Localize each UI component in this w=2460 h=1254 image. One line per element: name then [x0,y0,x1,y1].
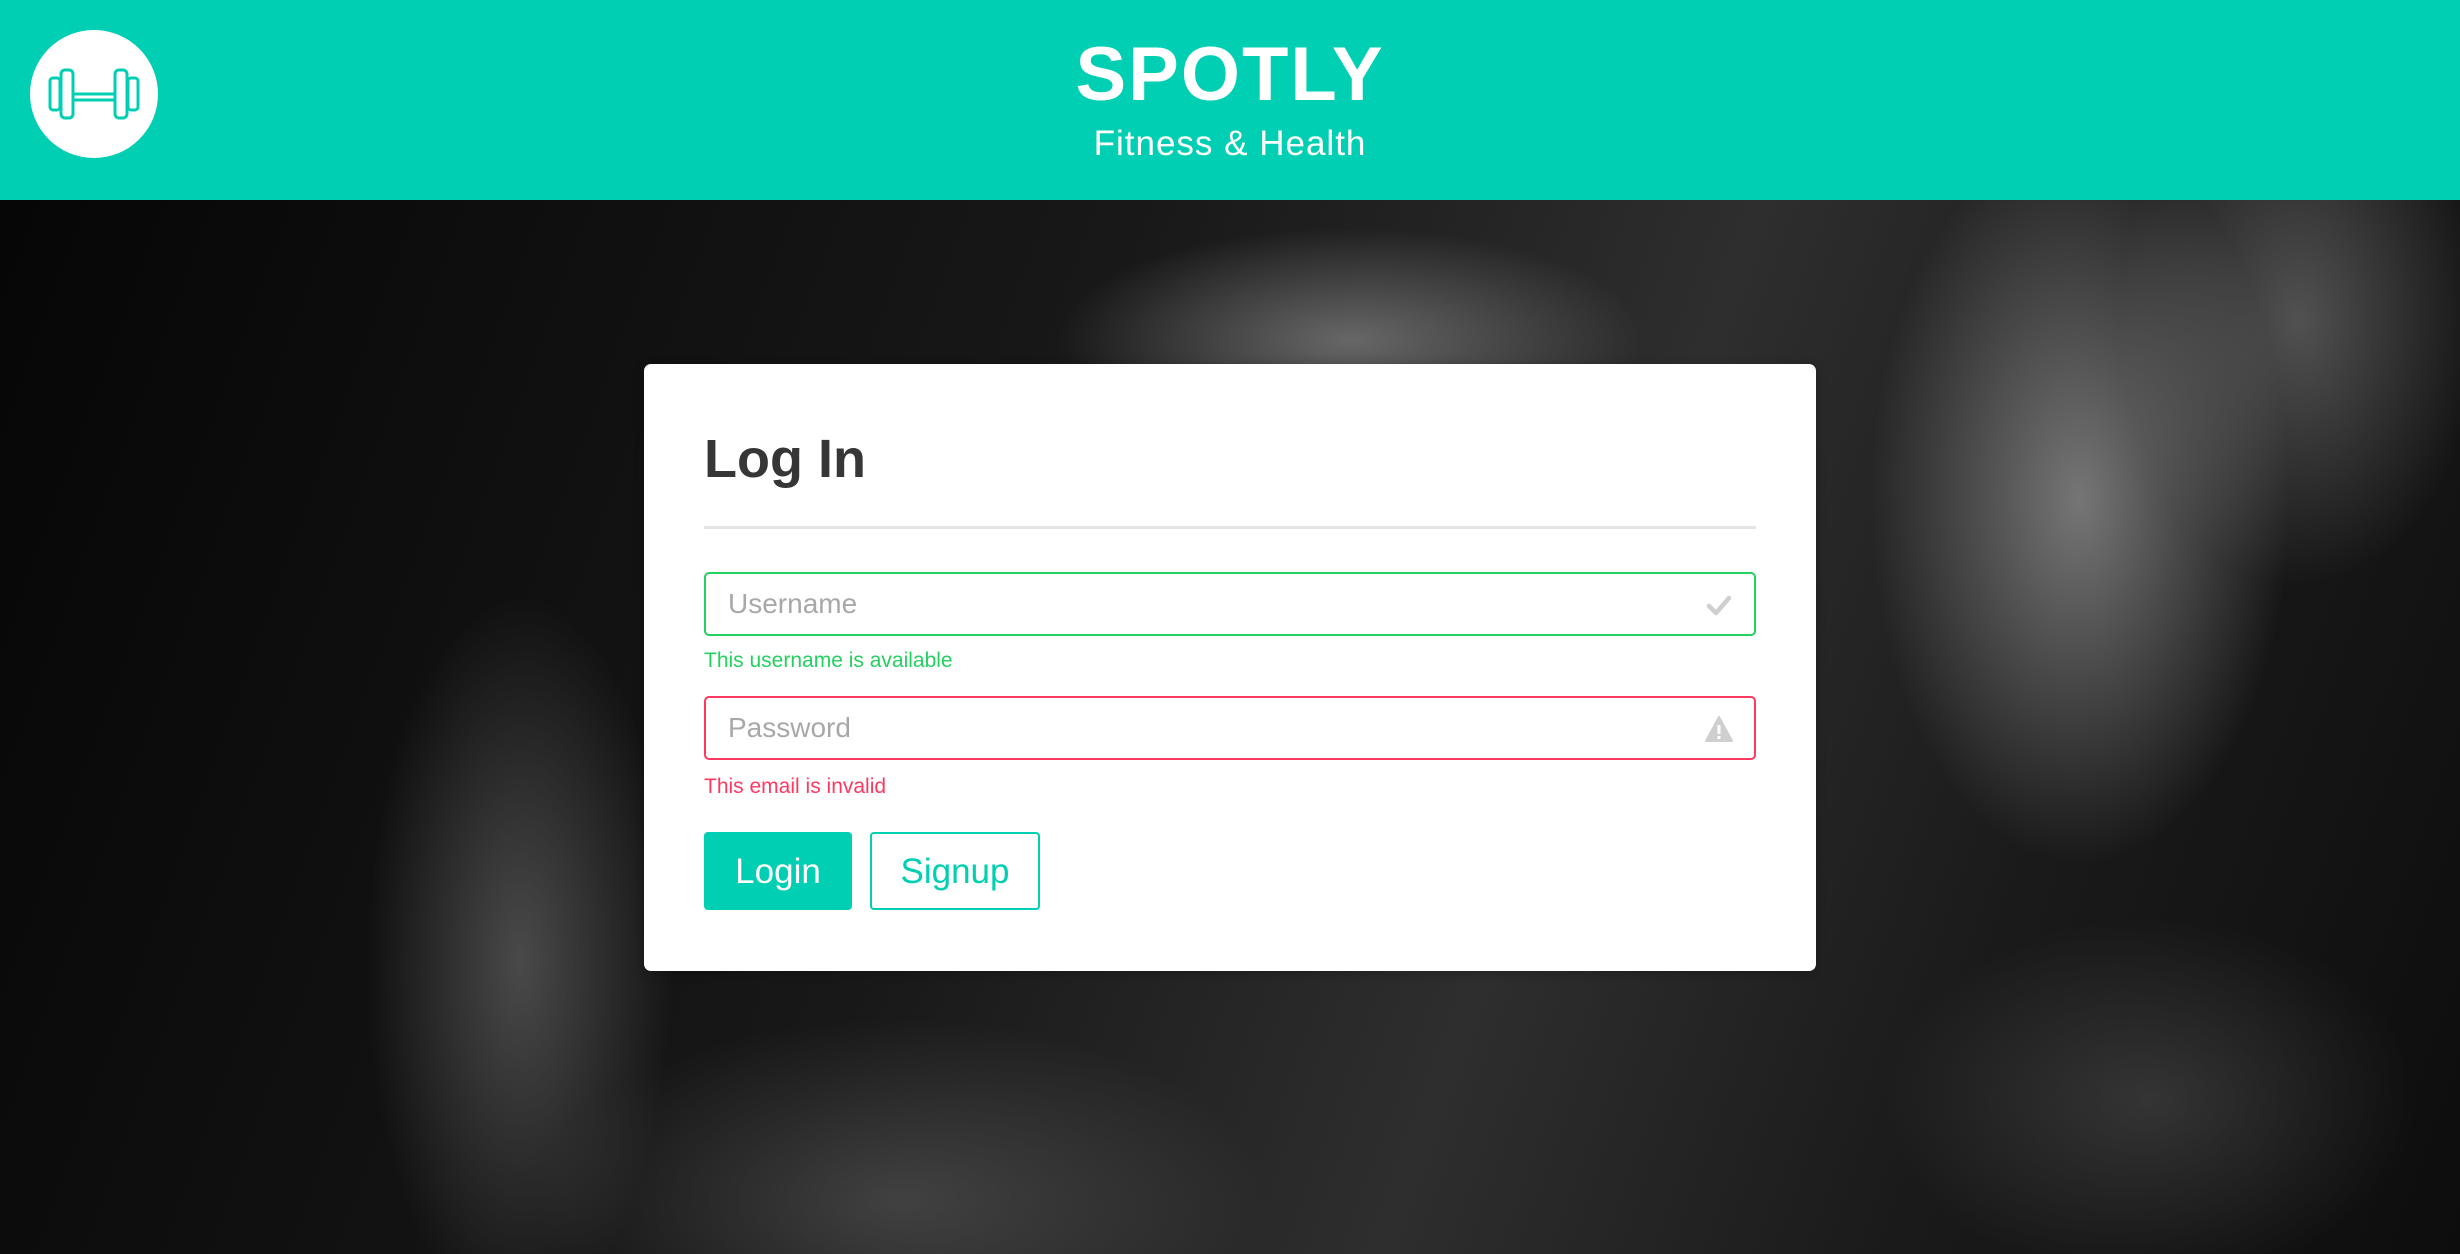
checkmark-icon [1706,595,1732,616]
login-card: Log In This username is available This e… [644,364,1816,971]
password-field [704,696,1756,760]
login-title: Log In [704,429,866,489]
warning-icon [1705,716,1733,742]
password-help-text: This email is invalid [704,775,887,798]
brand-title: SPOTLY [1075,32,1385,117]
password-input[interactable] [706,698,1754,758]
title-divider [704,526,1756,529]
brand-subtitle: Fitness & Health [1093,124,1367,163]
username-field [704,572,1756,636]
signup-button[interactable]: Signup [870,832,1040,910]
username-input[interactable] [706,574,1754,634]
username-help-text: This username is available [704,649,953,672]
app-header: SPOTLY Fitness & Health [0,0,2460,200]
login-button[interactable]: Login [704,832,852,910]
